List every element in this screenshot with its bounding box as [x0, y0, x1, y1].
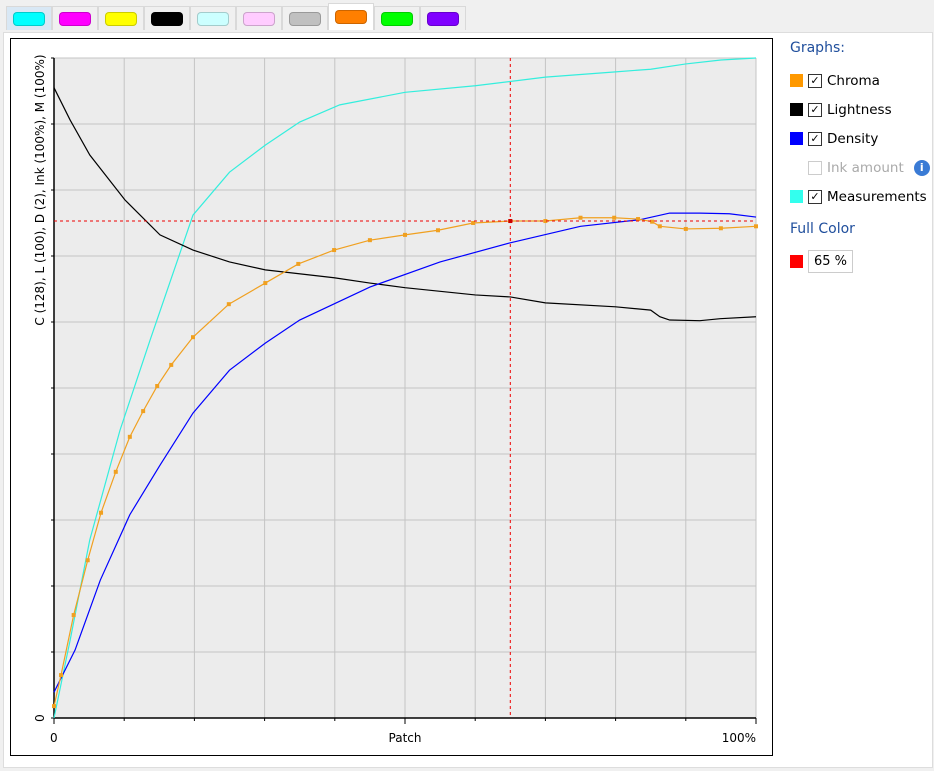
chroma-marker	[127, 434, 132, 439]
crosshair-point	[508, 219, 513, 224]
chroma-marker	[141, 409, 146, 414]
series-color-swatch	[790, 74, 803, 87]
chroma-marker	[367, 238, 372, 243]
chroma-marker	[332, 248, 337, 253]
graph-label: Ink amount	[827, 159, 904, 176]
chroma-marker	[85, 558, 90, 563]
graph-toggle-measurements[interactable]: ✓ Measurements	[790, 182, 930, 211]
graph-toggle-density[interactable]: ✓ Density	[790, 124, 930, 153]
info-icon[interactable]: i	[913, 159, 930, 176]
chroma-marker	[226, 302, 231, 307]
x-axis-label: Patch	[389, 731, 422, 745]
series-color-swatch	[790, 103, 803, 116]
graph-label: Measurements	[827, 188, 927, 205]
graph-label: Chroma	[827, 72, 880, 89]
chroma-marker	[718, 226, 723, 231]
graphs-panel: Graphs: ✓ Chroma ✓ Lightness ✓ Density Ink amo…	[790, 40, 930, 276]
graph-label: Lightness	[827, 101, 892, 118]
chroma-marker	[650, 219, 655, 224]
series-color-swatch	[790, 190, 803, 203]
full-color-swatch	[790, 255, 803, 268]
chroma-marker	[296, 261, 301, 266]
graphs-heading: Graphs:	[790, 40, 845, 56]
chroma-marker	[59, 673, 64, 678]
full-color-value[interactable]: 65 %	[808, 250, 854, 273]
chroma-marker	[99, 510, 104, 515]
chroma-marker	[657, 224, 662, 229]
chroma-marker	[403, 232, 407, 237]
checkbox[interactable]	[808, 160, 822, 175]
chroma-marker	[636, 217, 641, 222]
chroma-marker	[578, 215, 583, 220]
graph-toggle-lightness[interactable]: ✓ Lightness	[790, 95, 930, 124]
checkbox[interactable]: ✓	[808, 73, 822, 88]
chroma-marker	[263, 281, 268, 286]
y-tick-label-zero: 0	[33, 714, 47, 722]
x-tick-label-end: 100%	[722, 731, 756, 745]
chroma-marker	[754, 224, 758, 229]
graph-toggle-chroma[interactable]: ✓ Chroma	[790, 66, 930, 95]
graph-label: Density	[827, 130, 879, 147]
checkbox[interactable]: ✓	[808, 189, 822, 204]
checkbox[interactable]: ✓	[808, 131, 822, 146]
chroma-marker	[471, 221, 476, 225]
chroma-marker	[71, 613, 76, 618]
chroma-marker	[169, 362, 174, 367]
chroma-marker	[155, 384, 160, 389]
checkbox[interactable]: ✓	[808, 102, 822, 117]
chroma-marker	[612, 215, 617, 220]
chroma-marker	[52, 704, 56, 709]
chroma-marker	[435, 228, 440, 233]
graph-toggle-ink-amount[interactable]: Ink amount i	[790, 153, 930, 182]
series-color-swatch	[790, 132, 803, 145]
y-axis-label: C (128), L (100), D (2), Ink (100%), M (…	[33, 54, 47, 325]
series-color-swatch	[790, 161, 803, 174]
chroma-marker	[113, 469, 118, 474]
chroma-marker	[190, 335, 195, 340]
chroma-marker	[683, 226, 688, 231]
full-color-heading: Full Color	[790, 221, 855, 237]
x-tick-label-start: 0	[50, 731, 58, 745]
